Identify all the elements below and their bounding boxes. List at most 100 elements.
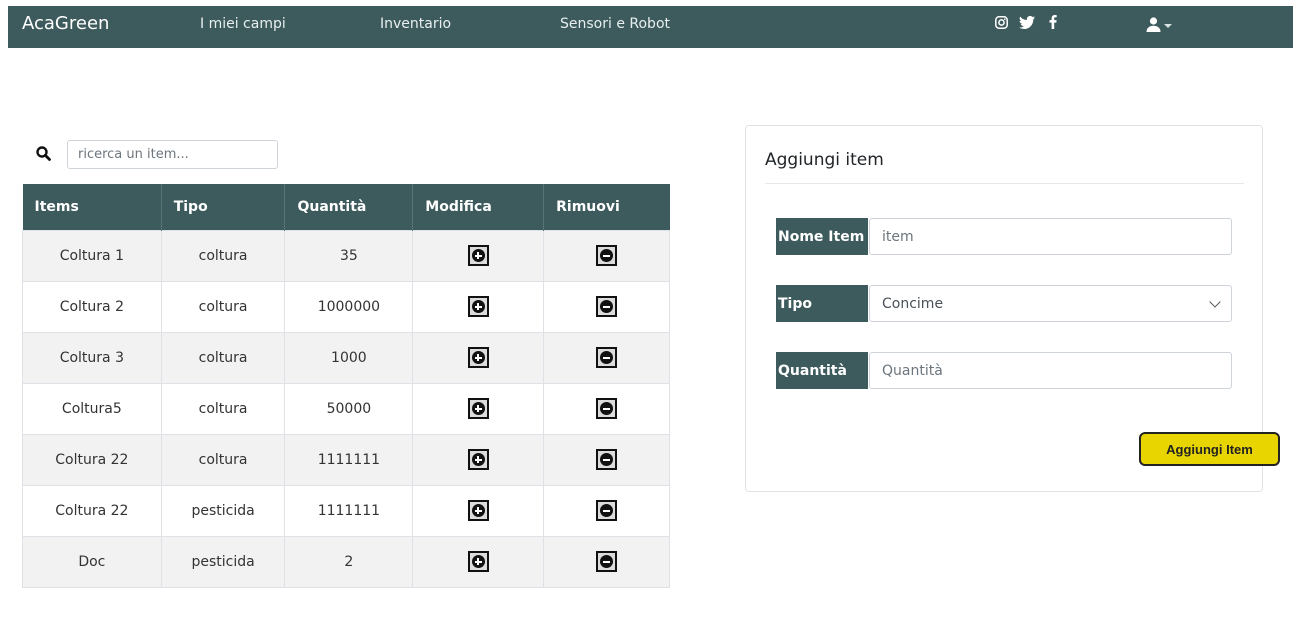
plus-circle-icon <box>471 555 485 568</box>
quantita-cell: 35 <box>284 229 414 282</box>
user-icon <box>1146 17 1161 32</box>
tipo-selected-value: Concime <box>882 295 944 312</box>
modifica-cell <box>412 382 545 435</box>
quantita-cell: 1111111 <box>284 433 414 486</box>
tipo-cell: coltura <box>160 331 286 384</box>
tipo-cell: coltura <box>160 280 286 333</box>
edit-button[interactable] <box>467 296 489 317</box>
tipo-cell: pesticida <box>160 484 286 537</box>
chevron-down-icon <box>1164 23 1172 28</box>
table-row: Coltura5 coltura 50000 <box>22 382 670 435</box>
header-items: Items <box>22 184 162 230</box>
twitter-icon[interactable] <box>1019 15 1035 33</box>
header-quantita: Quantità <box>284 184 414 230</box>
nav-link-campi[interactable]: I miei campi <box>200 16 286 32</box>
minus-circle-icon <box>600 300 614 313</box>
remove-button[interactable] <box>596 551 618 572</box>
rimuovi-cell <box>543 433 670 486</box>
table-row: Coltura 3 coltura 1000 <box>22 331 670 384</box>
item-cell: Coltura 1 <box>22 229 162 282</box>
quantita-cell: 1111111 <box>284 484 414 537</box>
remove-button[interactable] <box>596 500 618 521</box>
rimuovi-cell <box>543 484 670 537</box>
header-tipo: Tipo <box>161 184 286 230</box>
edit-button[interactable] <box>467 245 489 266</box>
tipo-select[interactable]: Concime <box>869 285 1232 322</box>
table-row: Coltura 22 coltura 1111111 <box>22 433 670 486</box>
divider <box>765 183 1244 184</box>
item-cell: Coltura 22 <box>22 484 162 537</box>
rimuovi-cell <box>543 331 670 384</box>
modifica-cell <box>412 331 545 384</box>
tipo-cell: coltura <box>160 382 286 435</box>
edit-button[interactable] <box>467 551 489 572</box>
edit-button[interactable] <box>467 347 489 368</box>
chevron-down-icon <box>1209 295 1221 308</box>
nav-link-inventario[interactable]: Inventario <box>380 16 451 32</box>
search-input[interactable] <box>67 140 278 169</box>
remove-button[interactable] <box>596 449 618 470</box>
facebook-icon[interactable] <box>1045 14 1061 33</box>
modifica-cell <box>412 280 545 333</box>
quantita-cell: 1000000 <box>284 280 414 333</box>
card-title: Aggiungi item <box>765 150 884 170</box>
instagram-icon[interactable] <box>993 15 1009 33</box>
quantita-label: Quantità <box>776 352 868 389</box>
modifica-cell <box>412 484 545 537</box>
table-row: Coltura 22 pesticida 1111111 <box>22 484 670 537</box>
quantita-cell: 2 <box>284 535 414 588</box>
tipo-cell: coltura <box>160 229 286 282</box>
minus-circle-icon <box>600 555 614 568</box>
plus-circle-icon <box>471 402 485 415</box>
remove-button[interactable] <box>596 245 618 266</box>
minus-circle-icon <box>600 504 614 517</box>
tipo-label: Tipo <box>776 285 868 322</box>
add-item-button[interactable]: Aggiungi Item <box>1139 432 1280 466</box>
header-modifica: Modifica <box>412 184 545 230</box>
nome-item-placeholder: item <box>882 228 914 245</box>
quantita-placeholder: Quantità <box>882 362 943 379</box>
nome-item-input[interactable]: item <box>869 218 1232 255</box>
item-cell: Coltura 22 <box>22 433 162 486</box>
minus-circle-icon <box>600 351 614 364</box>
header-rimuovi: Rimuovi <box>543 184 670 230</box>
edit-button[interactable] <box>467 449 489 470</box>
remove-button[interactable] <box>596 398 618 419</box>
minus-circle-icon <box>600 453 614 466</box>
quantita-cell: 50000 <box>284 382 414 435</box>
tipo-cell: coltura <box>160 433 286 486</box>
form-row-quantita: Quantità Quantità <box>776 352 1232 389</box>
quantita-input[interactable]: Quantità <box>869 352 1232 389</box>
table-header-row: Items Tipo Quantità Modifica Rimuovi <box>22 184 670 230</box>
item-cell: Coltura5 <box>22 382 162 435</box>
edit-button[interactable] <box>467 398 489 419</box>
plus-circle-icon <box>471 453 485 466</box>
nav-link-sensori[interactable]: Sensori e Robot <box>560 16 670 32</box>
modifica-cell <box>412 535 545 588</box>
form-row-nome: Nome Item item <box>776 218 1232 255</box>
plus-circle-icon <box>471 504 485 517</box>
minus-circle-icon <box>600 249 614 262</box>
inventory-table: Items Tipo Quantità Modifica Rimuovi Col… <box>22 184 670 588</box>
modifica-cell <box>412 433 545 486</box>
edit-button[interactable] <box>467 500 489 521</box>
form-row-tipo: Tipo Concime <box>776 285 1232 322</box>
rimuovi-cell <box>543 280 670 333</box>
nome-item-label: Nome Item <box>776 218 868 255</box>
rimuovi-cell <box>543 229 670 282</box>
remove-button[interactable] <box>596 347 618 368</box>
top-navbar: AcaGreen I miei campi Inventario Sensori… <box>8 6 1293 48</box>
item-cell: Doc <box>22 535 162 588</box>
plus-circle-icon <box>471 351 485 364</box>
plus-circle-icon <box>471 249 485 262</box>
quantita-cell: 1000 <box>284 331 414 384</box>
item-cell: Coltura 2 <box>22 280 162 333</box>
search-icon <box>36 146 51 165</box>
minus-circle-icon <box>600 402 614 415</box>
table-row: Coltura 1 coltura 35 <box>22 229 670 282</box>
brand-logo[interactable]: AcaGreen <box>22 13 109 34</box>
remove-button[interactable] <box>596 296 618 317</box>
rimuovi-cell <box>543 382 670 435</box>
table-row: Doc pesticida 2 <box>22 535 670 588</box>
user-menu[interactable] <box>1146 17 1172 32</box>
